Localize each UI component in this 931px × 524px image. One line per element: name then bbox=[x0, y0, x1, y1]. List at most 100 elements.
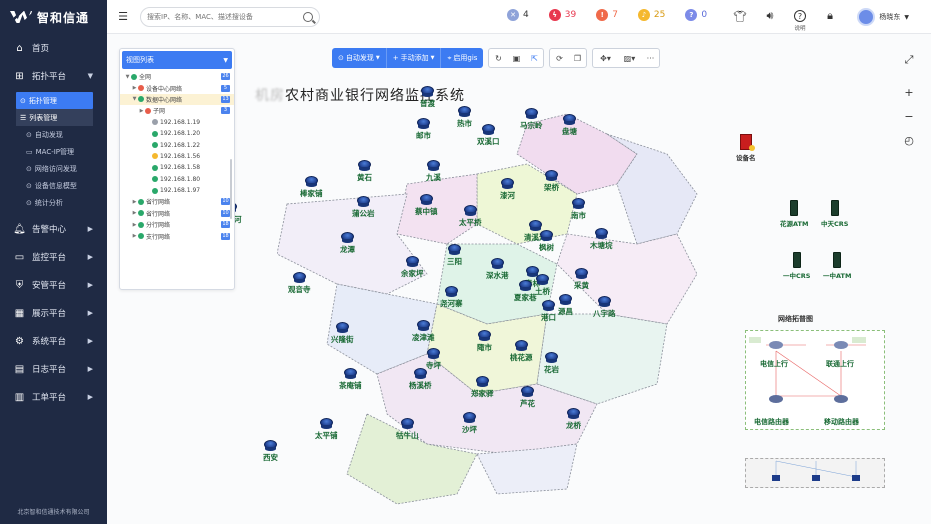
map-node[interactable]: 茶庵铺 bbox=[339, 368, 362, 391]
volume-icon[interactable]: 🔊︎ bbox=[762, 8, 778, 24]
search-input[interactable] bbox=[147, 12, 297, 21]
alarm-device[interactable]: 设备名 bbox=[736, 134, 756, 162]
zoom-reset-icon[interactable]: ◴ bbox=[899, 130, 919, 150]
auto-discover-button[interactable]: ⊙ 自动发现 ▼ bbox=[332, 48, 387, 68]
search-icon[interactable] bbox=[303, 11, 313, 22]
view-tree-row[interactable]: 192.168.1.22 bbox=[120, 139, 234, 150]
view-tree-row[interactable]: 192.168.1.19 bbox=[120, 117, 234, 128]
layout-icon[interactable]: ✥▾ bbox=[593, 49, 617, 67]
map-node[interactable]: 枫树 bbox=[539, 230, 554, 253]
map-node[interactable]: 热市 bbox=[457, 106, 472, 129]
view-tree-row[interactable]: ▶ 省行网络 10 bbox=[120, 196, 234, 207]
sidebar-subitem-network-access[interactable]: ⊙ 网络访问发现 bbox=[0, 160, 107, 177]
save-icon[interactable]: ▣ bbox=[507, 49, 525, 67]
view-tree-row[interactable]: ▶ 支行网络 18 bbox=[120, 230, 234, 241]
map-node[interactable]: 南市 bbox=[571, 198, 586, 221]
view-tree-row[interactable]: ▼ 全网 26 bbox=[120, 71, 234, 82]
sidebar-subitem-statistics[interactable]: ⊙ 统计分析 bbox=[0, 194, 107, 211]
map-node[interactable]: 芦花 bbox=[520, 386, 535, 409]
sidebar-item-log[interactable]: ▤ 日志平台 ▶ bbox=[0, 355, 107, 383]
sync-icon[interactable]: ⟳ bbox=[550, 49, 568, 67]
export-icon[interactable]: ⇱ bbox=[525, 49, 543, 67]
alert-count-unknown[interactable]: ? 0 bbox=[685, 9, 707, 21]
tree-toggle-icon[interactable]: ▶ bbox=[131, 199, 138, 205]
refresh-icon[interactable]: ↻ bbox=[489, 49, 507, 67]
sidebar-item-alarm[interactable]: 🔔︎ 告警中心 ▶ bbox=[0, 215, 107, 243]
map-node[interactable]: 源昌 bbox=[558, 294, 573, 317]
map-node[interactable]: 观音寺 bbox=[288, 272, 311, 295]
sidebar-subitem-mac-ip[interactable]: ▭ MAC-IP管理 bbox=[0, 143, 107, 160]
sidebar-item-monitor[interactable]: ▭ 监控平台 ▶ bbox=[0, 243, 107, 271]
map-node[interactable]: 余家坪 bbox=[401, 256, 424, 279]
map-node[interactable]: 木塘垸 bbox=[590, 228, 613, 251]
map-node[interactable]: 陬市 bbox=[477, 330, 492, 353]
map-node[interactable]: 深水港 bbox=[486, 258, 509, 281]
map-node[interactable]: 沙坪 bbox=[462, 412, 477, 435]
view-tree-row[interactable]: ▼ 数据中心网络 13 bbox=[120, 93, 234, 106]
zoom-out-icon[interactable]: − bbox=[899, 106, 919, 126]
map-node[interactable]: 兴隆街 bbox=[331, 322, 354, 345]
device-zhongtian-crs[interactable]: 中天CRS bbox=[821, 200, 848, 228]
map-node[interactable]: 盘塘 bbox=[562, 114, 577, 137]
map-node[interactable]: 普渡 bbox=[420, 86, 435, 109]
image-icon[interactable]: ▨▾ bbox=[617, 49, 641, 67]
view-tree-row[interactable]: ▶ 子网 3 bbox=[120, 105, 234, 116]
map-node[interactable]: 桃花源 bbox=[510, 340, 533, 363]
sidebar-item-home[interactable]: ⌂ 首页 bbox=[0, 34, 107, 62]
map-node[interactable]: 黄石 bbox=[357, 160, 372, 183]
map-node[interactable]: 八宇路 bbox=[593, 296, 616, 319]
sidebar-item-display[interactable]: ▦ 展示平台 ▶ bbox=[0, 299, 107, 327]
alert-count-minor[interactable]: ✕ 4 bbox=[507, 9, 529, 21]
map-node[interactable]: 漆河 bbox=[500, 178, 515, 201]
brand-logo[interactable]: 智和信通 bbox=[0, 0, 107, 34]
sidebar-subitem-topology-manage[interactable]: ⊙ 拓扑管理 bbox=[16, 92, 93, 109]
tree-toggle-icon[interactable]: ▶ bbox=[131, 233, 138, 239]
map-node[interactable]: 九溪 bbox=[426, 160, 441, 183]
map-node[interactable]: 凌津滩 bbox=[412, 320, 435, 343]
manual-add-button[interactable]: + 手动添加 ▼ bbox=[387, 48, 442, 68]
map-node[interactable]: 太平铺 bbox=[315, 418, 338, 441]
map-node[interactable]: 蔡中镇 bbox=[415, 194, 438, 217]
device-yizhong-crs[interactable]: 一中CRS bbox=[783, 252, 810, 280]
map-node[interactable]: 邮市 bbox=[416, 118, 431, 141]
map-node[interactable]: 棒家铺 bbox=[300, 176, 323, 199]
device-huayuan-atm[interactable]: 花源ATM bbox=[780, 200, 808, 228]
tree-toggle-icon[interactable]: ▼ bbox=[131, 96, 138, 102]
map-node[interactable]: 尧河寨 bbox=[440, 286, 463, 309]
map-node[interactable]: 架桥 bbox=[544, 170, 559, 193]
view-tree-row[interactable]: ▶ 省行网络 10 bbox=[120, 208, 234, 219]
view-tree-row[interactable]: 192.168.1.58 bbox=[120, 162, 234, 173]
view-tree-row[interactable]: 192.168.1.97 bbox=[120, 185, 234, 196]
map-node[interactable]: 西安 bbox=[263, 440, 278, 463]
map-node[interactable]: 郑家驿 bbox=[471, 376, 494, 399]
fullscreen-icon[interactable]: ⤢ bbox=[899, 50, 919, 70]
alert-count-critical[interactable]: ϟ 39 bbox=[548, 9, 576, 21]
view-tree-row[interactable]: 192.168.1.56 bbox=[120, 151, 234, 162]
scrollbar[interactable] bbox=[230, 159, 232, 219]
view-tree-row[interactable]: 192.168.1.20 bbox=[120, 128, 234, 139]
map-node[interactable]: 杨溪桥 bbox=[409, 368, 432, 391]
lock-icon[interactable]: 🔒︎ bbox=[822, 8, 838, 24]
menu-collapse-icon[interactable]: ☰ bbox=[116, 10, 130, 24]
view-tree-row[interactable]: 192.168.1.80 bbox=[120, 174, 234, 185]
copy-icon[interactable]: ❐ bbox=[568, 49, 586, 67]
tree-toggle-icon[interactable]: ▶ bbox=[131, 222, 138, 228]
map-node[interactable]: 夏家巷 bbox=[514, 280, 537, 303]
user-menu[interactable]: 杨晓东 ▼ bbox=[857, 8, 909, 26]
topology-canvas[interactable]: 视图列表 ▼ ▼ 全网 26 ▶ 设备中心网络 5 ▼ 数据中心网络 13 ▶ 子网 3 192.168… bbox=[107, 34, 931, 524]
sidebar-subitem-auto-discover[interactable]: ⊙ 自动发现 bbox=[0, 126, 107, 143]
map-node[interactable]: 花岩 bbox=[544, 352, 559, 375]
more-icon[interactable]: ··· bbox=[641, 49, 659, 67]
device-yizhong-atm[interactable]: 一中ATM bbox=[823, 252, 851, 280]
theme-shirt-icon[interactable]: 👕︎ bbox=[732, 8, 748, 24]
sidebar-item-security[interactable]: ⛨ 安管平台 ▶ bbox=[0, 271, 107, 299]
sidebar-item-ticket[interactable]: ▥ 工单平台 ▶ bbox=[0, 383, 107, 411]
map-node[interactable]: 港口 bbox=[541, 300, 556, 323]
sidebar-subitem-list-manage[interactable]: ☰ 列表管理 bbox=[16, 109, 93, 126]
map-node[interactable]: 太平桥 bbox=[459, 205, 482, 228]
map-node[interactable]: 牯牛山 bbox=[396, 418, 419, 441]
map-node[interactable]: 龙潭 bbox=[340, 232, 355, 255]
map-node[interactable]: 龙桥 bbox=[566, 408, 581, 431]
map-node[interactable]: 三阳 bbox=[447, 244, 462, 267]
sidebar-item-system[interactable]: ⚙ 系统平台 ▶ bbox=[0, 327, 107, 355]
